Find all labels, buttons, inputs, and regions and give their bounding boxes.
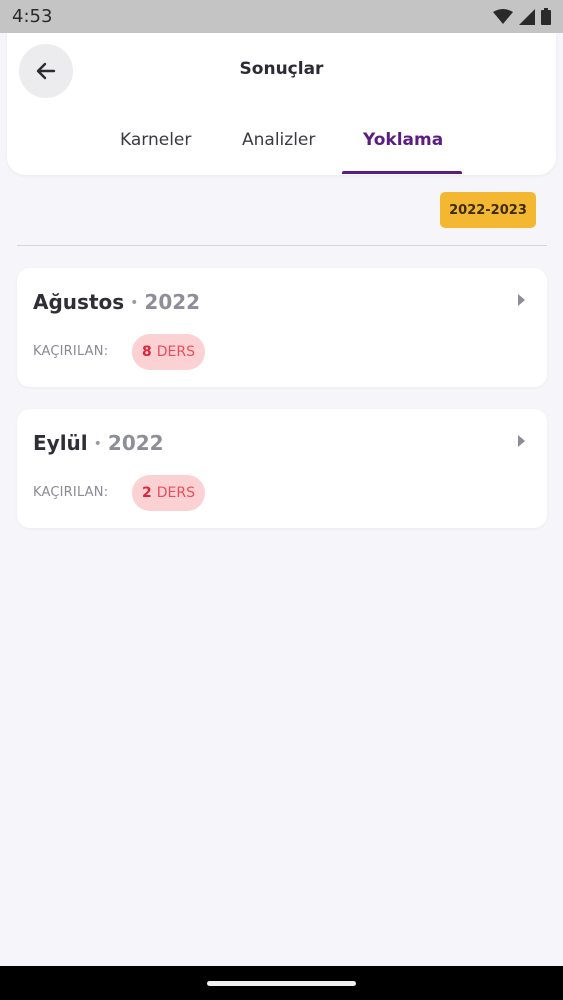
status-icons — [493, 8, 551, 25]
month-year: 2022 — [144, 290, 201, 314]
missed-count: 8 — [142, 344, 152, 360]
status-time: 4:53 — [12, 6, 53, 27]
system-nav-bar — [0, 966, 563, 1000]
header-card: Sonuçlar Karneler Analizler Yoklama — [7, 33, 556, 175]
missed-lessons-badge: 8 DERS — [132, 334, 205, 370]
month-name: Ağustos — [33, 290, 125, 314]
missed-label: KAÇIRILAN: — [33, 485, 109, 500]
page-title: Sonuçlar — [239, 59, 324, 79]
month-separator: • — [130, 295, 139, 311]
status-bar: 4:53 — [0, 0, 563, 33]
tab-yoklama[interactable]: Yoklama — [363, 130, 443, 150]
tab-karneler[interactable]: Karneler — [120, 130, 191, 150]
battery-icon — [541, 8, 551, 25]
month-card-eylul[interactable]: Eylül • 2022 KAÇIRILAN: 2 DERS — [17, 409, 547, 528]
month-name: Eylül — [33, 431, 88, 455]
divider — [17, 245, 547, 246]
active-tab-indicator — [342, 171, 462, 174]
missed-label: KAÇIRILAN: — [33, 344, 109, 359]
month-title: Eylül • 2022 — [33, 431, 164, 455]
missed-lessons-badge: 2 DERS — [132, 475, 205, 511]
missed-count: 2 — [142, 485, 152, 501]
home-indicator[interactable] — [207, 981, 356, 986]
wifi-icon — [493, 8, 513, 24]
year-filter-badge[interactable]: 2022-2023 — [440, 192, 536, 228]
month-title: Ağustos • 2022 — [33, 290, 200, 314]
signal-icon — [519, 8, 535, 25]
month-separator: • — [93, 436, 102, 452]
tab-analizler[interactable]: Analizler — [242, 130, 315, 150]
chevron-right-icon — [518, 435, 525, 447]
month-card-agustos[interactable]: Ağustos • 2022 KAÇIRILAN: 8 DERS — [17, 268, 547, 387]
month-year: 2022 — [107, 431, 164, 455]
missed-unit: DERS — [156, 485, 195, 501]
chevron-right-icon — [518, 294, 525, 306]
missed-unit: DERS — [156, 344, 195, 360]
